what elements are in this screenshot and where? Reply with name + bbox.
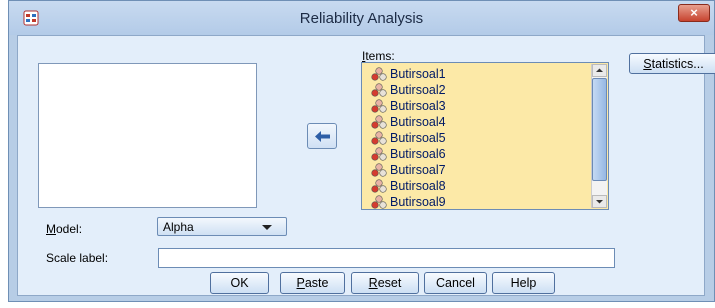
item-label: Butirsoal2 (390, 83, 446, 97)
list-item[interactable]: Butirsoal7 (371, 162, 446, 178)
title-bar[interactable]: Reliability Analysis × (9, 1, 714, 35)
list-item[interactable]: Butirsoal4 (371, 114, 446, 130)
scale-variable-icon (371, 67, 387, 81)
item-label: Butirsoal5 (390, 131, 446, 145)
item-label: Butirsoal1 (390, 67, 446, 81)
items-scrollbar[interactable] (591, 64, 607, 208)
items-list[interactable]: Butirsoal1 Butirsoal2 Butirsoal3 Butirso… (361, 62, 609, 210)
dropdown-arrow-icon (262, 225, 272, 230)
item-label: Butirsoal7 (390, 163, 446, 177)
item-label: Butirsoal8 (390, 179, 446, 193)
item-label: Butirsoal6 (390, 147, 446, 161)
list-item[interactable]: Butirsoal6 (371, 146, 446, 162)
help-button[interactable]: Help (492, 272, 555, 294)
source-variable-list[interactable] (38, 63, 257, 208)
item-label: Butirsoal3 (390, 99, 446, 113)
dialog-content: Items: Butirsoal1 Butirsoal2 Butirsoal3 … (17, 35, 715, 296)
scale-variable-icon (371, 163, 387, 177)
list-item[interactable]: Butirsoal1 (371, 66, 446, 82)
scale-label-label: Scale label: (46, 251, 109, 265)
move-variable-button[interactable] (307, 123, 337, 149)
scroll-down-button[interactable] (592, 195, 607, 208)
list-item[interactable]: Butirsoal8 (371, 178, 446, 194)
model-label: Model: (46, 222, 83, 236)
scroll-thumb[interactable] (592, 78, 607, 181)
item-label: Butirsoal4 (390, 115, 446, 129)
item-label: Butirsoal9 (390, 195, 446, 209)
arrow-left-icon (315, 131, 330, 142)
scale-variable-icon (371, 115, 387, 129)
scale-variable-icon (371, 99, 387, 113)
chevron-down-icon (596, 200, 603, 204)
scroll-up-button[interactable] (592, 64, 607, 77)
model-value: Alpha (163, 220, 194, 234)
model-select[interactable]: Alpha (157, 217, 287, 236)
scale-variable-icon (371, 83, 387, 97)
paste-button[interactable]: Paste (280, 272, 345, 294)
statistics-button[interactable]: Statistics... (629, 53, 715, 74)
ok-button[interactable]: OK (210, 272, 269, 294)
scale-variable-icon (371, 147, 387, 161)
chevron-up-icon (596, 68, 603, 72)
scale-variable-icon (371, 195, 387, 209)
list-item[interactable]: Butirsoal9 (371, 194, 446, 209)
scale-variable-icon (371, 179, 387, 193)
cancel-button[interactable]: Cancel (424, 272, 487, 294)
scale-variable-icon (371, 131, 387, 145)
list-item[interactable]: Butirsoal3 (371, 98, 446, 114)
list-item[interactable]: Butirsoal2 (371, 82, 446, 98)
reliability-dialog: Reliability Analysis × Items: Butirsoal1… (8, 0, 715, 302)
list-item[interactable]: Butirsoal5 (371, 130, 446, 146)
window-title: Reliability Analysis (299, 10, 424, 27)
scale-label-input[interactable] (158, 248, 615, 268)
reset-button[interactable]: Reset (351, 272, 419, 294)
close-button[interactable]: × (678, 4, 710, 22)
items-label: Items: (362, 49, 395, 63)
